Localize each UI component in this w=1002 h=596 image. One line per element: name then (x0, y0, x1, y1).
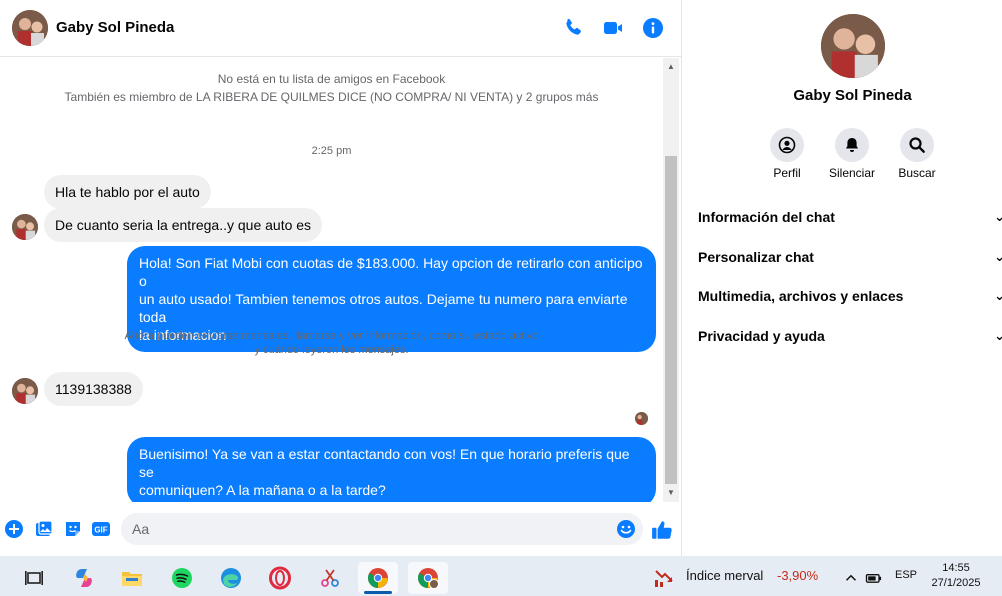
message-line: Buenisimo! Ya se van a estar contactando… (139, 446, 630, 480)
scroll-down-arrow-icon[interactable]: ▼ (663, 486, 679, 500)
message-list[interactable]: No está en tu lista de amigos en Faceboo… (0, 58, 663, 502)
stock-down-icon[interactable] (646, 562, 682, 594)
opera-icon[interactable] (260, 562, 300, 594)
gif-label: GIF (94, 526, 107, 535)
stock-widget-label[interactable]: Índice merval (686, 568, 763, 583)
sender-avatar[interactable] (12, 378, 38, 404)
outgoing-message[interactable]: Buenisimo! Ya se van a estar contactando… (127, 437, 656, 502)
message-timestamp: 2:25 pm (311, 145, 352, 157)
section-label: Privacidad y ayuda (698, 328, 825, 344)
message-line: Hola! Son Fiat Mobi con cuotas de $183.0… (139, 255, 643, 289)
windows-taskbar: Índice merval -3,90% ESP 14:55 27/1/2025 (0, 556, 1002, 596)
chrome-icon[interactable] (358, 562, 398, 594)
gif-icon[interactable]: GIF (91, 519, 111, 539)
clock-date: 27/1/2025 (931, 577, 981, 589)
task-view-icon[interactable] (14, 562, 54, 594)
message-line: comuniquen? A la mañana o a la tarde? (139, 482, 386, 498)
thumbs-up-icon[interactable] (651, 519, 673, 541)
sticker-icon[interactable] (63, 519, 83, 539)
info-icon[interactable] (641, 16, 665, 40)
battery-icon[interactable] (864, 562, 884, 594)
incoming-message[interactable]: De cuanto seria la entrega..y que auto e… (44, 208, 323, 242)
customize-chat-section[interactable]: Personalizar chat ⌄ (698, 249, 1002, 271)
search-icon (900, 128, 934, 162)
notice-line: y cuándo leyeron los mensajes. (254, 344, 409, 356)
incoming-message[interactable]: 1139138388 (44, 372, 143, 406)
profile-icon (770, 128, 804, 162)
phone-icon[interactable] (561, 16, 585, 40)
contact-name[interactable]: Gaby Sol Pineda (56, 19, 174, 36)
snipping-tool-icon[interactable] (310, 562, 350, 594)
section-label: Personalizar chat (698, 249, 814, 265)
chevron-down-icon: ⌄ (994, 288, 1002, 303)
file-explorer-icon[interactable] (112, 562, 152, 594)
chat-panel: Gaby Sol Pineda No está en tu lista de a… (0, 0, 681, 556)
clock-time: 14:55 (942, 562, 970, 574)
image-icon[interactable] (34, 519, 54, 539)
chevron-down-icon: ⌄ (994, 249, 1002, 264)
spotify-icon[interactable] (162, 562, 202, 594)
message-input[interactable] (121, 513, 643, 545)
copilot-icon[interactable] (64, 562, 104, 594)
chat-info-section[interactable]: Información del chat ⌄ (698, 209, 1002, 231)
section-label: Multimedia, archivos y enlaces (698, 288, 904, 304)
profile-button-label: Perfil (773, 166, 801, 180)
chat-header: Gaby Sol Pineda (0, 0, 681, 57)
notice-line: Ahora pueden enviarse mensajes, llamarse… (124, 330, 539, 342)
shared-groups-notice: También es miembro de LA RIBERA DE QUILM… (64, 90, 599, 104)
media-files-section[interactable]: Multimedia, archivos y enlaces ⌄ (698, 288, 1002, 310)
messaging-permission-notice: Ahora pueden enviarse mensajes, llamarse… (0, 329, 663, 357)
edge-icon[interactable] (211, 562, 251, 594)
incoming-message[interactable]: Hla te hablo por el auto (44, 175, 211, 209)
profile-button[interactable]: Perfil (755, 128, 819, 180)
mute-button-label: Silenciar (828, 166, 876, 180)
profile-avatar[interactable] (821, 14, 885, 78)
chevron-up-icon[interactable] (842, 562, 860, 594)
plus-icon[interactable] (4, 519, 24, 539)
profile-name: Gaby Sol Pineda (793, 87, 912, 104)
emoji-icon[interactable] (616, 519, 636, 539)
stock-widget-change[interactable]: -3,90% (777, 568, 818, 583)
not-friend-notice: No está en tu lista de amigos en Faceboo… (217, 72, 446, 86)
chrome-profile-icon[interactable] (408, 562, 448, 594)
mute-button[interactable]: Silenciar (820, 128, 884, 180)
privacy-support-section[interactable]: Privacidad y ayuda ⌄ (698, 328, 1002, 350)
bell-icon (835, 128, 869, 162)
scroll-up-arrow-icon[interactable]: ▲ (663, 60, 679, 74)
video-camera-icon[interactable] (601, 16, 625, 40)
message-line: un auto usado! Tambien tenemos otros aut… (139, 291, 628, 325)
section-label: Información del chat (698, 209, 835, 225)
clock[interactable]: 14:55 27/1/2025 (925, 561, 987, 591)
seen-indicator-avatar (635, 412, 648, 425)
contact-avatar[interactable] (12, 10, 48, 46)
chevron-down-icon: ⌄ (994, 209, 1002, 224)
search-button[interactable]: Buscar (885, 128, 949, 180)
message-composer: GIF (0, 508, 681, 552)
language-indicator[interactable]: ESP (895, 569, 917, 581)
message-scrollbar[interactable]: ▲ ▼ (663, 58, 679, 502)
sender-avatar[interactable] (12, 214, 38, 240)
conversation-details-panel: Gaby Sol Pineda Perfil Silenciar Buscar … (681, 0, 1002, 556)
scroll-thumb[interactable] (665, 156, 677, 484)
search-button-label: Buscar (898, 166, 936, 180)
chevron-down-icon: ⌄ (994, 328, 1002, 343)
